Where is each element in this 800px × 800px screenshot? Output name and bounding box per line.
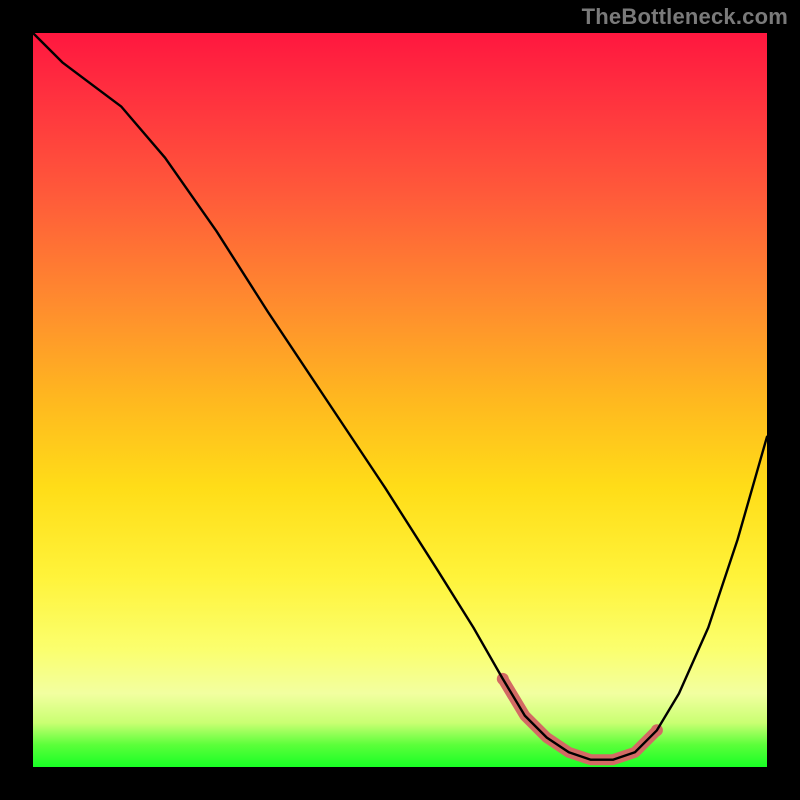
- chart-container: TheBottleneck.com: [0, 0, 800, 800]
- bottleneck-curve: [33, 33, 767, 760]
- attribution-text: TheBottleneck.com: [582, 4, 788, 30]
- plot-area: [33, 33, 767, 767]
- curve-svg: [33, 33, 767, 767]
- valley-highlight: [503, 679, 657, 760]
